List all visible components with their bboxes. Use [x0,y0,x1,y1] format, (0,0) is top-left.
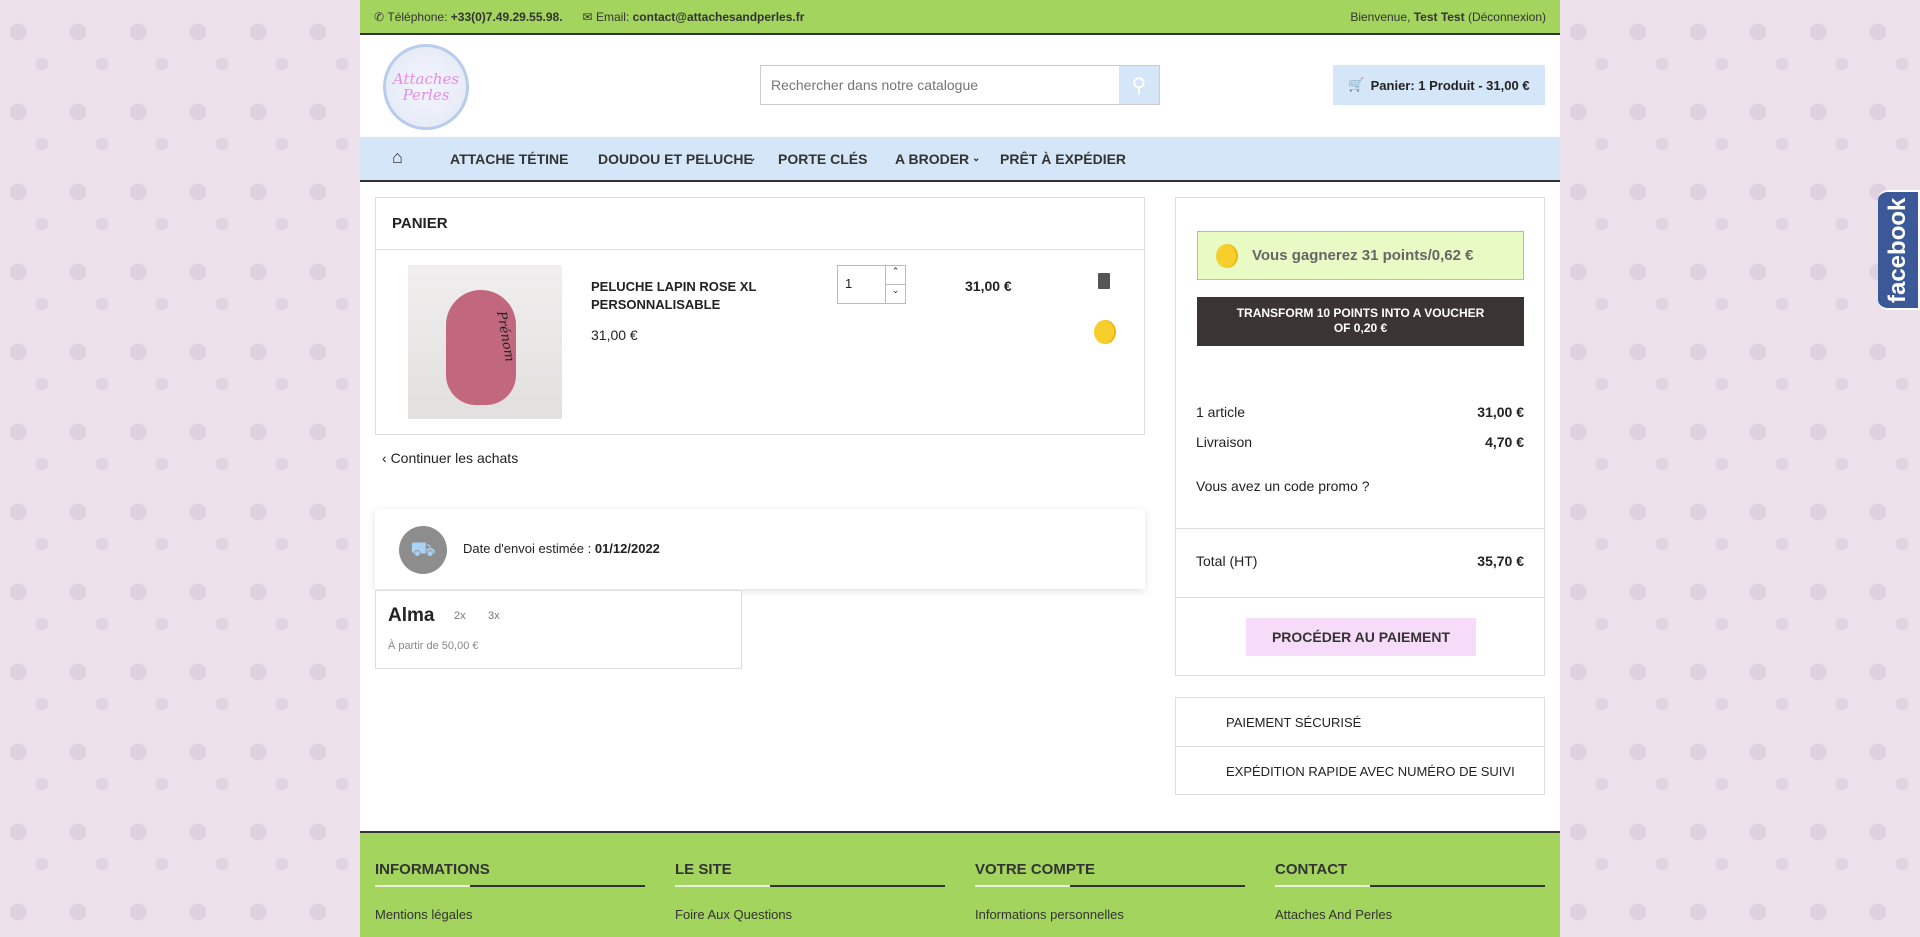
welcome-text: Bienvenue, [1350,9,1411,24]
delivery-estimate: ⛟ Date d'envoi estimée : 01/12/2022 [375,509,1145,589]
checkout-button[interactable]: PROCÉDER AU PAIEMENT [1246,618,1476,656]
trash-icon[interactable] [1098,273,1110,289]
cart-card: PANIER Prénom PELUCHE LAPIN ROSE XL PERS… [375,197,1145,435]
quantity-decrease-button[interactable]: ⌄ [886,285,905,303]
shipping-label: Livraison [1196,434,1253,450]
user-name[interactable]: Test Test [1414,10,1465,24]
alma-logo: Alma [388,605,435,626]
divider [1176,528,1544,529]
delivery-date: 01/12/2022 [594,541,660,556]
logo-text: Attaches Perles [392,69,460,104]
reassurance-block: PAIEMENT SÉCURISÉ EXPÉDITION RAPIDE AVEC… [1175,697,1545,795]
email-label: Email: [595,9,630,24]
search-icon: ⚲ [1131,74,1147,97]
nav-pret-a-expedier[interactable]: PRÊT À EXPÉDIER [1000,151,1126,167]
continue-shopping-label: Continuer les achats [390,450,519,466]
phone-number[interactable]: +33(0)7.49.29.55.98. [451,10,563,24]
nav-attache-tetine[interactable]: ATTACHE TÉTINE [450,151,568,167]
nav-a-broder[interactable]: A BRODER [895,151,969,167]
chevron-down-icon: ⌄ [972,153,981,164]
cart-summary: Panier: 1 Produit - 31,00 € [1370,77,1530,93]
total-value: 35,70 € [1477,553,1524,569]
search-input[interactable] [761,66,1119,104]
footer-heading-informations: INFORMATIONS [375,861,490,878]
product-name[interactable]: PELUCHE LAPIN ROSE XL PERSONNALISABLE [591,278,771,314]
reassurance-secure-payment: PAIEMENT SÉCURISÉ [1176,698,1544,747]
footer-heading-contact: CONTACT [1275,861,1348,878]
page: ✆ Téléphone: +33(0)7.49.29.55.98. ✉ Emai… [360,0,1560,937]
logout-link[interactable]: (Déconnexion) [1468,10,1546,24]
points-text: Vous gagnerez 31 points/0,62 € [1252,247,1474,264]
alma-option-2x[interactable]: 2x [454,610,466,622]
articles-value: 31,00 € [1477,404,1524,420]
footer-link-attaches-and-perles[interactable]: Attaches And Perles [1275,907,1545,922]
product-unit-price: 31,00 € [591,327,638,343]
loyalty-points-banner: Vous gagnerez 31 points/0,62 € [1197,231,1524,280]
footer-link-informations-personnelles[interactable]: Informations personnelles [975,907,1245,922]
coin-icon [1216,243,1238,268]
email-link[interactable]: contact@attachesandperles.fr [633,10,805,24]
home-icon[interactable]: ⌂ [392,147,403,168]
email-icon: ✉ [582,9,596,24]
footer-heading-le-site: LE SITE [675,861,732,878]
promo-code-link[interactable]: Vous avez un code promo ? [1196,478,1370,494]
alma-note: À partir de 50,00 € [388,640,479,652]
divider [1176,597,1544,598]
quantity-stepper: 1 ⌃ ⌄ [837,265,906,304]
main-nav: ⌂ ATTACHE TÉTINE DOUDOU ET PELUCHE ⌄ PORT… [360,137,1560,182]
delivery-label: Date d'envoi estimée : [463,541,592,556]
footer: INFORMATIONS Mentions légales LE SITE Foir… [360,831,1560,937]
nav-doudou-peluche[interactable]: DOUDOU ET PELUCHE [598,151,753,167]
cart-button[interactable]: 🛒 Panier: 1 Produit - 31,00 € [1333,65,1545,105]
product-total: 31,00 € [965,278,1012,294]
footer-link-mentions-legales[interactable]: Mentions légales [375,907,645,922]
footer-heading-votre-compte: VOTRE COMPTE [975,861,1096,878]
continue-shopping-link[interactable]: ‹ Continuer les achats [382,450,518,466]
search-bar: ⚲ [760,65,1160,105]
site-logo[interactable]: Attaches Perles [383,44,469,130]
transform-points-button[interactable]: TRANSFORM 10 POINTS INTO A VOUCHER OF 0,… [1197,297,1524,346]
cart-title: PANIER [376,198,1144,250]
chevron-down-icon: ⌄ [748,153,757,164]
product-image[interactable]: Prénom [408,265,562,419]
quantity-input[interactable]: 1 [838,266,885,303]
chevron-left-icon: ‹ [382,450,391,466]
articles-label: 1 article [1196,404,1246,420]
search-button[interactable]: ⚲ [1119,66,1159,104]
truck-icon: ⛟ [399,526,447,574]
alma-option-3x[interactable]: 3x [488,610,500,622]
phone-label: Téléphone: [387,9,448,24]
nav-porte-cles[interactable]: PORTE CLÉS [778,151,867,167]
top-bar: ✆ Téléphone: +33(0)7.49.29.55.98. ✉ Emai… [360,0,1560,35]
shipping-value: 4,70 € [1485,434,1524,450]
footer-link-faq[interactable]: Foire Aux Questions [675,907,945,922]
cart-summary-card: Vous gagnerez 31 points/0,62 € TRANSFORM… [1175,197,1545,676]
cart-icon: 🛒 [1348,77,1365,92]
points-coin-icon [1094,320,1116,344]
phone-icon: ✆ [374,9,388,24]
facebook-tab[interactable]: facebook [1878,190,1920,310]
alma-widget[interactable]: Alma 2x 3x À partir de 50,00 € [375,590,742,669]
quantity-increase-button[interactable]: ⌃ [886,266,905,285]
reassurance-fast-shipping: EXPÉDITION RAPIDE AVEC NUMÉRO DE SUIVI [1226,764,1515,779]
total-label: Total (HT) [1196,553,1258,569]
